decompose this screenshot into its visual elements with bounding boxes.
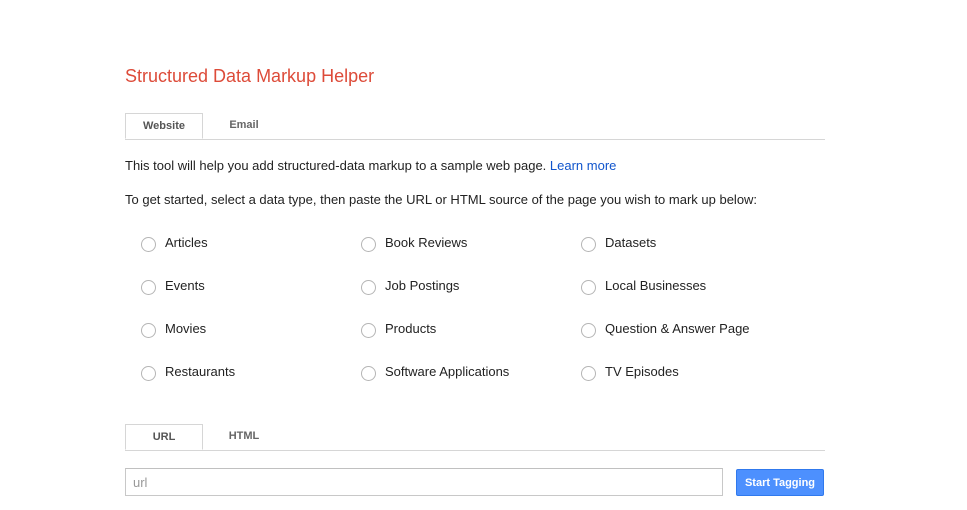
tab-html[interactable]: HTML — [205, 424, 283, 449]
instruction-text: To get started, select a data type, then… — [125, 192, 758, 207]
data-type-label: Events — [165, 278, 205, 293]
radio-button[interactable] — [141, 366, 156, 381]
data-type-tv-episodes[interactable]: TV Episodes — [581, 362, 821, 405]
data-type-label: Book Reviews — [385, 235, 468, 250]
data-type-local-businesses[interactable]: Local Businesses — [581, 276, 821, 319]
source-tabs: Website Email — [125, 113, 825, 140]
data-type-label: Movies — [165, 321, 207, 336]
data-type-label: Restaurants — [165, 364, 236, 379]
learn-more-link[interactable]: Learn more — [550, 158, 616, 173]
tab-email[interactable]: Email — [205, 113, 283, 138]
page-title: Structured Data Markup Helper — [125, 66, 375, 86]
data-type-label: Local Businesses — [605, 278, 707, 293]
data-type-label: Software Applications — [385, 364, 510, 379]
radio-button[interactable] — [361, 237, 376, 252]
data-type-label: TV Episodes — [605, 364, 679, 379]
data-type-articles[interactable]: Articles — [141, 233, 361, 276]
data-type-options: Articles Book Reviews Datasets Events Jo… — [141, 233, 821, 405]
intro-text: This tool will help you add structured-d… — [125, 157, 616, 174]
data-type-book-reviews[interactable]: Book Reviews — [361, 233, 581, 276]
data-type-software-applications[interactable]: Software Applications — [361, 362, 581, 405]
intro-description: This tool will help you add structured-d… — [125, 158, 547, 173]
data-type-events[interactable]: Events — [141, 276, 361, 319]
radio-button[interactable] — [581, 323, 596, 338]
data-type-label: Job Postings — [385, 278, 460, 293]
data-type-label: Articles — [165, 235, 208, 250]
data-type-movies[interactable]: Movies — [141, 319, 361, 362]
data-type-question-answer-page[interactable]: Question & Answer Page — [581, 319, 821, 362]
radio-button[interactable] — [141, 323, 156, 338]
data-type-label: Products — [385, 321, 437, 336]
data-type-datasets[interactable]: Datasets — [581, 233, 821, 276]
data-type-label: Datasets — [605, 235, 657, 250]
tab-website[interactable]: Website — [125, 113, 203, 139]
markup-helper-page: Structured Data Markup Helper Website Em… — [0, 0, 967, 510]
radio-button[interactable] — [581, 237, 596, 252]
radio-button[interactable] — [361, 323, 376, 338]
data-type-restaurants[interactable]: Restaurants — [141, 362, 361, 405]
radio-button[interactable] — [141, 280, 156, 295]
radio-button[interactable] — [361, 280, 376, 295]
radio-button[interactable] — [581, 366, 596, 381]
data-type-products[interactable]: Products — [361, 319, 581, 362]
tab-url[interactable]: URL — [125, 424, 203, 450]
data-type-job-postings[interactable]: Job Postings — [361, 276, 581, 319]
url-input[interactable] — [125, 468, 723, 496]
radio-button[interactable] — [141, 237, 156, 252]
input-tabs: URL HTML — [125, 424, 825, 451]
data-type-label: Question & Answer Page — [605, 321, 750, 336]
radio-button[interactable] — [361, 366, 376, 381]
start-tagging-button[interactable]: Start Tagging — [736, 469, 824, 496]
radio-button[interactable] — [581, 280, 596, 295]
